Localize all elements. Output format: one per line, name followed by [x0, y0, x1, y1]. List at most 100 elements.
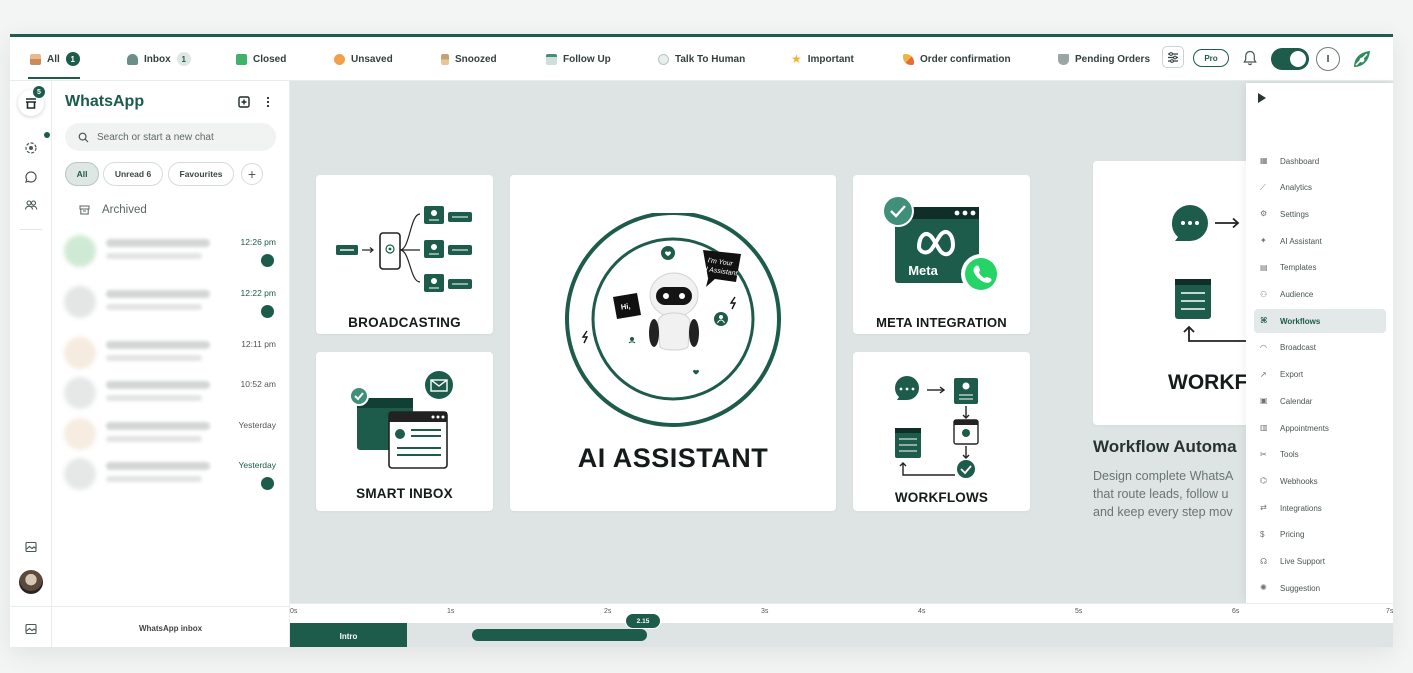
- search-icon: [78, 132, 89, 142]
- tab-unsaved[interactable]: Unsaved: [334, 50, 393, 68]
- menu-item-suggestion[interactable]: ✺ Suggestion: [1254, 576, 1386, 600]
- broadcasting-illustration: [336, 206, 472, 292]
- chat-list-item[interactable]: 12:22 pm: [62, 282, 278, 322]
- contacts-icon[interactable]: [24, 198, 38, 212]
- tab-important[interactable]: ★ Important: [791, 50, 854, 68]
- filter-chip-favourites[interactable]: Favourites: [168, 162, 234, 186]
- workflow-large-card[interactable]: WORKF: [1093, 161, 1263, 425]
- menu-item-export[interactable]: ↗ Export: [1254, 363, 1386, 387]
- menu-item-appointments[interactable]: ▥ Appointments: [1254, 416, 1386, 440]
- timeline-tick: 7s: [1386, 608, 1393, 615]
- speech-bubble-icon: [658, 53, 669, 65]
- unread-indicator: [261, 477, 274, 490]
- menu-item-webhooks[interactable]: ⌬ Webhooks: [1254, 469, 1386, 493]
- message-preview-blurred: [106, 476, 202, 482]
- webhook-icon: ⌬: [1260, 476, 1267, 486]
- status-icon[interactable]: [24, 141, 38, 155]
- media-icon[interactable]: [24, 540, 38, 554]
- workflows-card[interactable]: WORKFLOWS: [853, 352, 1030, 511]
- tab-inbox[interactable]: Inbox 1: [127, 50, 191, 68]
- alarm-clock-icon: [334, 53, 345, 65]
- menu-item-pricing[interactable]: $ Pricing: [1254, 523, 1386, 547]
- message-preview-blurred: [106, 436, 202, 442]
- broadcasting-card[interactable]: BROADCASTING: [316, 175, 493, 334]
- menu-item-dashboard[interactable]: ▦ Dashboard: [1254, 149, 1386, 173]
- app-window: All 1 Inbox 1 Closed Unsaved Snoozed Fol…: [10, 34, 1393, 647]
- menu-item-integrations[interactable]: ⇄ Integrations: [1254, 496, 1386, 520]
- chat-list-item[interactable]: Yesterday: [62, 414, 278, 454]
- menu-item-ai-assistant[interactable]: ✦ AI Assistant: [1254, 229, 1386, 253]
- ai-assistant-card[interactable]: I'm Your AI Assistant Hi, AI ASSISTANT: [510, 175, 836, 511]
- play-icon[interactable]: [1258, 93, 1266, 103]
- contact-avatar: [64, 377, 96, 409]
- tab-snoozed[interactable]: Snoozed: [441, 50, 497, 68]
- menu-item-broadcast[interactable]: ◠ Broadcast: [1254, 336, 1386, 360]
- user-avatar[interactable]: [19, 570, 43, 594]
- menu-item-templates[interactable]: ▤ Templates: [1254, 256, 1386, 280]
- more-options-icon[interactable]: [263, 95, 273, 108]
- tools-icon: ✂: [1260, 449, 1267, 459]
- timeline-tick: 1s: [447, 608, 455, 615]
- template-icon: ▤: [1260, 262, 1268, 272]
- menu-item-settings[interactable]: ⚙ Settings: [1254, 202, 1386, 226]
- hourglass-icon: [441, 53, 449, 65]
- tab-all[interactable]: All 1: [30, 50, 80, 68]
- menu-item-live-support[interactable]: ☊ Live Support: [1254, 550, 1386, 574]
- chat-list-item[interactable]: Yesterday: [62, 454, 278, 494]
- active-tab-indicator: [28, 77, 80, 79]
- tab-talk-to-human[interactable]: Talk To Human: [658, 50, 745, 68]
- broadcasting-label: BROADCASTING: [348, 315, 461, 330]
- chat-list-item[interactable]: 10:52 am: [62, 373, 278, 413]
- contact-avatar: [64, 286, 96, 318]
- online-toggle[interactable]: [1271, 48, 1309, 70]
- tab-pending-orders[interactable]: Pending Orders: [1058, 50, 1150, 68]
- chat-search: [65, 123, 276, 151]
- pro-badge-button[interactable]: Pro: [1193, 49, 1229, 67]
- message-preview-blurred: [106, 253, 202, 259]
- add-filter-button[interactable]: +: [241, 163, 263, 185]
- meta-integration-card[interactable]: Meta META INTEGRATION: [853, 175, 1030, 334]
- menu-item-calendar[interactable]: ▣ Calendar: [1254, 389, 1386, 413]
- tab-closed[interactable]: Closed: [236, 50, 286, 68]
- menu-item-workflows[interactable]: ⌘ Workflows: [1254, 309, 1386, 334]
- contact-name-blurred: [106, 239, 210, 247]
- timeline-tick: 0s: [290, 608, 298, 615]
- workflow-automation-description: Design complete WhatsA that route leads,…: [1093, 469, 1234, 519]
- chat-list-item[interactable]: 12:26 pm: [62, 231, 278, 271]
- menu-item-label: Workflows: [1280, 316, 1321, 326]
- chat-list-item[interactable]: 12:11 pm: [62, 333, 278, 373]
- contact-avatar: [64, 235, 96, 267]
- archived-row[interactable]: Archived: [79, 204, 147, 216]
- image-icon[interactable]: [25, 623, 37, 635]
- smart-inbox-card[interactable]: SMART INBOX: [316, 352, 493, 511]
- menu-item-label: Suggestion: [1280, 583, 1321, 593]
- timeline-clip-bar[interactable]: [472, 629, 647, 641]
- filter-settings-button[interactable]: [1162, 46, 1184, 68]
- menu-item-label: Audience: [1280, 290, 1314, 299]
- tab-order-confirmation[interactable]: Order confirmation: [903, 50, 1011, 68]
- export-icon: ↗: [1260, 369, 1267, 379]
- tab-follow-up[interactable]: Follow Up: [546, 50, 611, 68]
- tab-count: 1: [65, 52, 80, 66]
- timeline-tick: 6s: [1232, 608, 1240, 615]
- timeline-clip-intro[interactable]: Intro: [290, 623, 407, 647]
- bell-icon[interactable]: [1242, 49, 1258, 67]
- feature-canvas: BROADCASTING SMART INBOX I'm Your AI Ass…: [290, 81, 1393, 603]
- profile-button[interactable]: I: [1316, 47, 1340, 71]
- chat-time: Yesterday: [238, 460, 277, 470]
- menu-item-audience[interactable]: ⚇ Audience: [1254, 283, 1386, 307]
- inbox-icon: [127, 53, 138, 65]
- notification-badge: 5: [32, 85, 46, 99]
- menu-item-label: Appointments: [1280, 423, 1329, 433]
- menu-item-analytics[interactable]: ⟋ Analytics: [1254, 176, 1386, 200]
- sparkles-icon: ✦: [1260, 236, 1267, 246]
- search-input[interactable]: [97, 131, 267, 143]
- filter-chip-unread[interactable]: Unread 6: [103, 162, 163, 186]
- chat-bubble-icon[interactable]: [24, 170, 38, 184]
- menu-item-tools[interactable]: ✂ Tools: [1254, 443, 1386, 467]
- chat-time: 10:52 am: [240, 379, 276, 389]
- timeline-playhead[interactable]: 2.15: [625, 613, 661, 629]
- menu-item-label: Calendar: [1280, 396, 1313, 406]
- new-chat-icon[interactable]: [238, 95, 250, 108]
- filter-chip-all[interactable]: All: [65, 162, 99, 186]
